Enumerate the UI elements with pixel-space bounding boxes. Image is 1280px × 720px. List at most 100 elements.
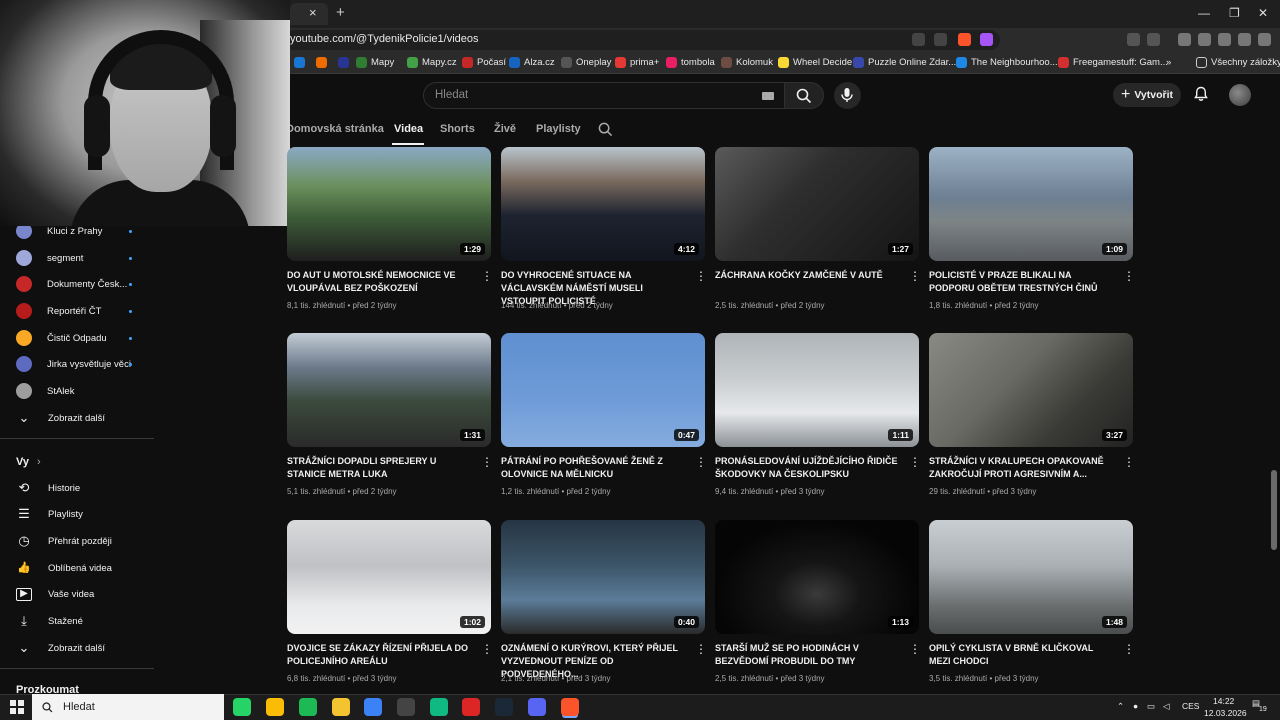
more-options-icon[interactable]: ⋮ bbox=[1123, 270, 1135, 282]
more-options-icon[interactable]: ⋮ bbox=[481, 270, 493, 282]
sidebar-item-playlists[interactable]: ☰ Playlisty bbox=[16, 504, 83, 524]
menu-icon[interactable] bbox=[1258, 33, 1271, 46]
search-input[interactable]: Hledat bbox=[423, 82, 785, 109]
sidebar-sub-stalek[interactable]: StAlek bbox=[16, 381, 136, 401]
app-chat-icon[interactable] bbox=[430, 698, 448, 716]
steam-icon[interactable] bbox=[495, 698, 513, 716]
more-options-icon[interactable]: ⋮ bbox=[481, 456, 493, 468]
notifications-bell-icon[interactable] bbox=[1193, 86, 1209, 102]
more-options-icon[interactable]: ⋮ bbox=[481, 643, 493, 655]
brave-icon[interactable] bbox=[561, 698, 579, 716]
video-thumbnail[interactable]: 1:13 bbox=[715, 520, 919, 634]
more-options-icon[interactable]: ⋮ bbox=[1123, 643, 1135, 655]
close-tab-icon[interactable]: × bbox=[309, 5, 317, 20]
account-avatar[interactable] bbox=[1229, 84, 1251, 106]
bookmark-pocasi[interactable]: Počasí bbox=[462, 57, 506, 68]
bookmark-freegamestuff[interactable]: Freegamestuff: Gam... bbox=[1058, 57, 1168, 68]
video-title[interactable]: PRONÁSLEDOVÁNÍ UJÍŽDĚJÍCÍHO ŘIDIČE ŠKODO… bbox=[715, 455, 901, 481]
chrome-icon[interactable] bbox=[266, 698, 284, 716]
bookmark-mapy-cz[interactable]: Mapy.cz bbox=[407, 57, 457, 68]
bookmark-oneplay[interactable]: Oneplay bbox=[561, 57, 611, 68]
volume-icon[interactable]: ◁ bbox=[1163, 701, 1170, 712]
video-thumbnail[interactable]: 1:09 bbox=[929, 147, 1133, 261]
clock-time[interactable]: 14:22 bbox=[1213, 696, 1234, 706]
bookmark-icon-1[interactable] bbox=[294, 57, 305, 68]
bookmark-tombola[interactable]: tombola bbox=[666, 57, 715, 68]
sidebar-item-history[interactable]: ⟲ Historie bbox=[16, 478, 81, 498]
sidebar-sub-jirka[interactable]: Jirka vysvětluje věci bbox=[16, 354, 136, 374]
more-options-icon[interactable]: ⋮ bbox=[909, 456, 921, 468]
leo-icon[interactable] bbox=[1218, 33, 1231, 46]
video-thumbnail[interactable]: 1:31 bbox=[287, 333, 491, 447]
bookmark-neighbourhood[interactable]: The Neighbourhoo... bbox=[956, 57, 1058, 68]
sidebar-sub-reporteri-ct[interactable]: Reportéři ČT bbox=[16, 301, 136, 321]
network-icon[interactable]: ▭ bbox=[1147, 701, 1155, 712]
more-options-icon[interactable]: ⋮ bbox=[695, 643, 707, 655]
bookmark-kolomuk[interactable]: Kolomuk bbox=[721, 57, 773, 68]
url-text[interactable]: youtube.com/@TydenikPolicie1/videos bbox=[290, 33, 479, 45]
bookmark-icon-2[interactable] bbox=[316, 57, 327, 68]
app-red-icon[interactable] bbox=[462, 698, 480, 716]
video-thumbnail[interactable]: 1:48 bbox=[929, 520, 1133, 634]
cast-icon[interactable] bbox=[912, 33, 925, 46]
more-options-icon[interactable]: ⋮ bbox=[695, 270, 707, 282]
create-button[interactable]: + Vytvořit bbox=[1113, 83, 1181, 107]
app-g-icon[interactable] bbox=[397, 698, 415, 716]
voice-search-button[interactable] bbox=[834, 82, 861, 109]
keyboard-icon[interactable] bbox=[762, 92, 774, 100]
sidebar-item-downloads[interactable]: ⤓ Stažené bbox=[16, 611, 83, 631]
more-options-icon[interactable]: ⋮ bbox=[1123, 456, 1135, 468]
file-explorer-icon[interactable] bbox=[332, 698, 350, 716]
more-options-icon[interactable]: ⋮ bbox=[909, 270, 921, 282]
restore-button[interactable]: ❐ bbox=[1229, 6, 1240, 20]
video-title[interactable]: STRÁŽNÍCI V KRALUPECH OPAKOVANĚ ZAKROČUJ… bbox=[929, 455, 1115, 481]
sidebar-item-watch-later[interactable]: ◷ Přehrát později bbox=[16, 531, 112, 551]
bookmark-puzzle[interactable]: Puzzle Online Zdar... bbox=[853, 57, 956, 68]
chevron-up-icon[interactable]: ⌃ bbox=[1117, 701, 1124, 712]
sidebar-you-header[interactable]: Vy › bbox=[16, 456, 41, 468]
page-scrollbar[interactable] bbox=[1268, 74, 1280, 694]
video-thumbnail[interactable]: 1:11 bbox=[715, 333, 919, 447]
sidebar-show-more-subs[interactable]: ⌄ Zobrazit další bbox=[16, 408, 105, 428]
bookmark-prima[interactable]: prima+ bbox=[615, 57, 659, 68]
bookmark-wheel-decide[interactable]: Wheel Decide bbox=[778, 57, 852, 68]
sidebar-sub-dokumenty[interactable]: Dokumenty Česk... bbox=[16, 274, 136, 294]
tab-home[interactable]: Domovská stránka bbox=[286, 123, 384, 135]
video-title[interactable]: PÁTRÁNÍ PO POHŘEŠOVANÉ ŽENĚ Z OLOVNICE N… bbox=[501, 455, 687, 481]
video-thumbnail[interactable]: 1:02 bbox=[287, 520, 491, 634]
sidebar-item-your-videos[interactable]: ▶ Vaše videa bbox=[16, 584, 94, 604]
video-thumbnail[interactable]: 1:27 bbox=[715, 147, 919, 261]
microphone-icon[interactable]: ● bbox=[1133, 701, 1138, 711]
tab-videos[interactable]: Videa bbox=[394, 123, 423, 135]
search-button[interactable] bbox=[784, 82, 824, 109]
new-tab-button[interactable]: + bbox=[336, 4, 345, 21]
tab-live[interactable]: Živě bbox=[494, 123, 516, 135]
close-window-button[interactable]: ✕ bbox=[1258, 6, 1268, 20]
tab-shorts[interactable]: Shorts bbox=[440, 123, 475, 135]
video-thumbnail[interactable]: 4:12 bbox=[501, 147, 705, 261]
scrollbar-thumb[interactable] bbox=[1271, 470, 1277, 550]
windows-start-icon[interactable] bbox=[10, 700, 24, 714]
vpn-icon[interactable] bbox=[1238, 33, 1251, 46]
share-icon[interactable] bbox=[934, 33, 947, 46]
taskbar-search[interactable]: Hledat bbox=[32, 694, 224, 720]
spotify-icon[interactable] bbox=[299, 698, 317, 716]
video-title[interactable]: ZÁCHRANA KOČKY ZAMČENÉ V AUTĚ bbox=[715, 269, 901, 282]
bookmarks-overflow-button[interactable]: » bbox=[1166, 57, 1171, 68]
tab-playlists[interactable]: Playlisty bbox=[536, 123, 581, 135]
minimize-button[interactable]: — bbox=[1198, 6, 1210, 20]
extensions-icon[interactable] bbox=[1127, 33, 1140, 46]
language-indicator[interactable]: CES bbox=[1182, 701, 1199, 711]
video-thumbnail[interactable]: 0:40 bbox=[501, 520, 705, 634]
bookmark-alza[interactable]: Alza.cz bbox=[509, 57, 555, 68]
channel-search-icon[interactable] bbox=[598, 122, 613, 137]
video-thumbnail[interactable]: 3:27 bbox=[929, 333, 1133, 447]
brave-shields-icon[interactable] bbox=[958, 33, 971, 46]
discord-icon[interactable] bbox=[528, 698, 546, 716]
bookmark-icon-3[interactable] bbox=[338, 57, 349, 68]
whatsapp-icon[interactable] bbox=[233, 698, 251, 716]
wallet-icon[interactable] bbox=[1198, 33, 1211, 46]
sidebar-show-more-you[interactable]: ⌄ Zobrazit další bbox=[16, 638, 105, 658]
video-title[interactable]: DVOJICE SE ZÁKAZY ŘÍZENÍ PŘIJELA DO POLI… bbox=[287, 642, 473, 668]
brave-rewards-icon[interactable] bbox=[980, 33, 993, 46]
